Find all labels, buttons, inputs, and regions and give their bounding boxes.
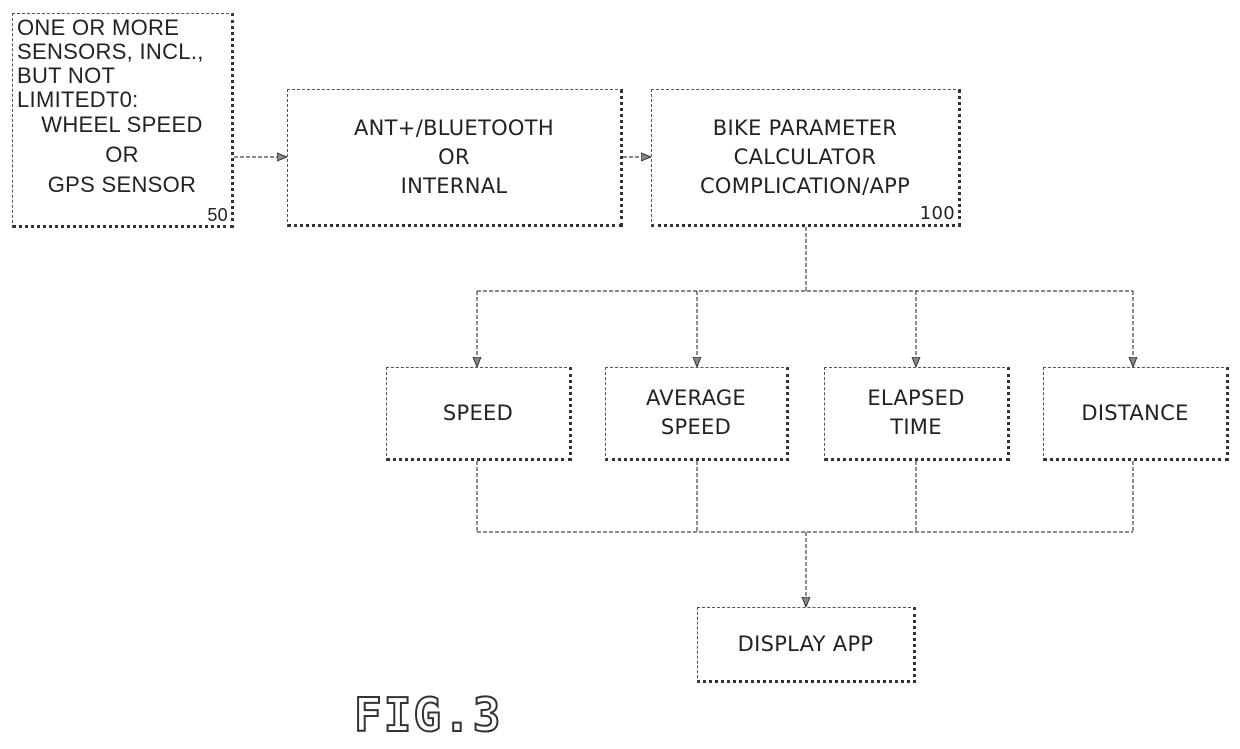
display-app-label: DISPLAY APP <box>737 631 874 656</box>
calculator-ref-number: 100 <box>919 203 955 224</box>
sensors-header: ONE OR MORE SENSORS, INCL., BUT NOT LIMI… <box>17 15 204 112</box>
calculator-label: BIKE PARAMETER CALCULATOR COMPLICATION/A… <box>699 115 911 198</box>
figure-label: FIG.3 <box>353 687 503 743</box>
sensors-ref-number: 50 <box>207 205 228 225</box>
average-speed-label: AVERAGE SPEED <box>645 386 747 439</box>
distance-node: DISTANCE <box>1043 367 1229 461</box>
elapsed-time-label: ELAPSED TIME <box>867 386 965 439</box>
speed-label: SPEED <box>442 400 514 425</box>
elapsed-time-node: ELAPSED TIME <box>824 367 1010 461</box>
radio-label: ANT+/BLUETOOTH OR INTERNAL <box>354 115 554 198</box>
sensors-body: WHEEL SPEED OR GPS SENSOR <box>41 112 203 197</box>
display-app-node: DISPLAY APP <box>697 607 916 683</box>
speed-node: SPEED <box>386 367 572 461</box>
average-speed-node: AVERAGE SPEED <box>605 367 789 461</box>
calculator-node: BIKE PARAMETER CALCULATOR COMPLICATION/A… <box>651 89 961 227</box>
sensors-node: ONE OR MORE SENSORS, INCL., BUT NOT LIMI… <box>12 13 234 228</box>
distance-label: DISTANCE <box>1081 400 1189 425</box>
radio-node: ANT+/BLUETOOTH OR INTERNAL <box>287 89 623 227</box>
